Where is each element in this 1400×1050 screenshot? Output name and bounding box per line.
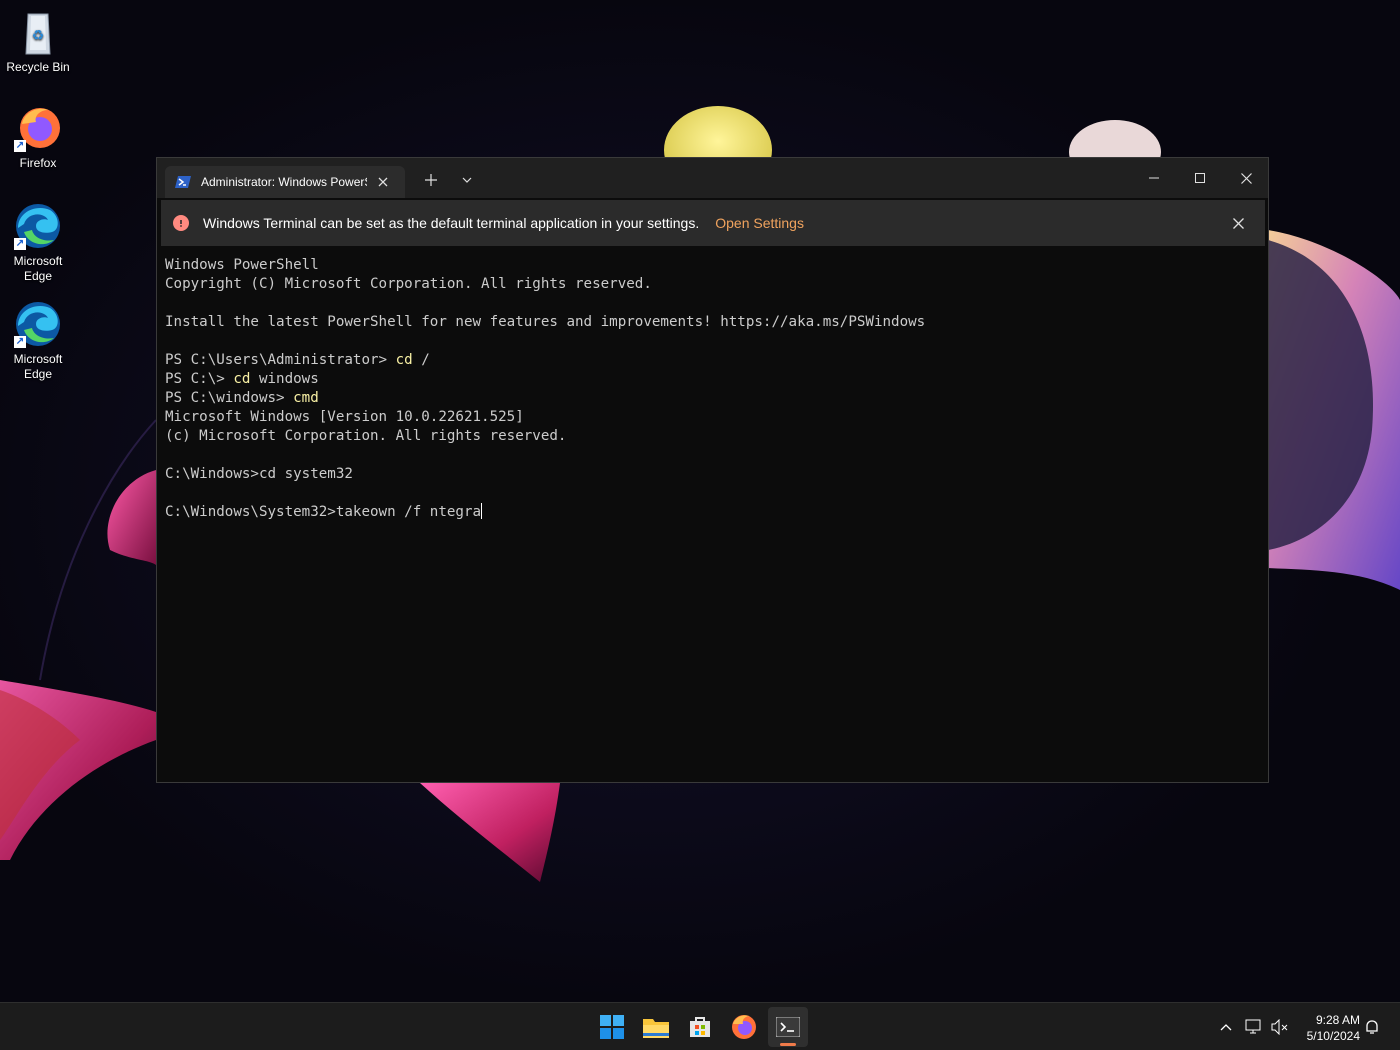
start-button[interactable]	[592, 1007, 632, 1047]
default-terminal-infobar: Windows Terminal can be set as the defau…	[161, 200, 1265, 246]
close-window-button[interactable]	[1223, 158, 1269, 198]
command-args: /	[412, 352, 430, 368]
dismiss-infobar-icon[interactable]	[1229, 214, 1247, 232]
store-button[interactable]	[680, 1007, 720, 1047]
edge-icon: ↗	[14, 202, 62, 250]
console-output[interactable]: Windows PowerShell Copyright (C) Microsof…	[165, 256, 1260, 774]
firefox-taskbar-button[interactable]	[724, 1007, 764, 1047]
command: cd	[395, 352, 413, 368]
active-app-indicator	[780, 1043, 796, 1046]
shortcut-arrow-icon: ↗	[14, 238, 26, 250]
minimize-button[interactable]	[1131, 158, 1177, 198]
store-icon	[690, 1017, 710, 1037]
file-explorer-icon	[643, 1019, 669, 1038]
taskbar: 9:28 AM 5/10/2024	[0, 1002, 1400, 1050]
network-icon	[1245, 1019, 1261, 1034]
new-tab-button[interactable]	[415, 166, 447, 194]
network-button[interactable]	[1242, 1015, 1266, 1039]
console-line: PS C:\> cd windows	[165, 370, 1260, 389]
terminal-window[interactable]: Administrator: Windows PowerShell Window…	[156, 157, 1269, 783]
plus-icon	[425, 174, 437, 186]
minimize-icon	[1149, 177, 1159, 179]
desktop-icon-label: Microsoft Edge	[13, 352, 63, 381]
shortcut-arrow-icon: ↗	[14, 336, 26, 348]
tab-dropdown-button[interactable]	[451, 166, 483, 194]
console-line: (c) Microsoft Corporation. All rights re…	[165, 427, 1260, 446]
svg-text:♻: ♻	[32, 27, 45, 43]
console-line: Windows PowerShell	[165, 256, 1260, 275]
clock[interactable]: 9:28 AM 5/10/2024	[1296, 1012, 1360, 1044]
shortcut-arrow-icon: ↗	[14, 140, 26, 152]
terminal-icon	[776, 1017, 800, 1037]
prompt: PS C:\windows>	[165, 390, 294, 406]
desktop-icon-label: Recycle Bin	[6, 60, 70, 74]
command: cd	[233, 371, 251, 387]
prompt: PS C:\>	[165, 371, 234, 387]
console-line: Install the latest PowerShell for new fe…	[165, 313, 1260, 332]
maximize-icon	[1195, 173, 1205, 183]
console-line: PS C:\Users\Administrator> cd /	[165, 351, 1260, 370]
console-line: Microsoft Windows [Version 10.0.22621.52…	[165, 408, 1260, 427]
clock-date: 5/10/2024	[1306, 1029, 1360, 1043]
volume-muted-icon	[1271, 1019, 1288, 1035]
console-line: Copyright (C) Microsoft Corporation. All…	[165, 275, 1260, 294]
console-line: C:\Windows>cd system32	[165, 465, 1260, 484]
file-explorer-button[interactable]	[636, 1007, 676, 1047]
console-text: (c) Microsoft Corporation. All rights re…	[165, 428, 567, 444]
command-args: windows	[250, 371, 319, 387]
close-icon	[1240, 172, 1252, 184]
start-icon	[600, 1015, 624, 1039]
desktop-icon-recycle-bin[interactable]: ♻ Recycle Bin	[2, 8, 74, 75]
prompt: PS C:\Users\Administrator>	[165, 352, 396, 368]
console-line: PS C:\windows> cmd	[165, 389, 1260, 408]
chevron-down-icon	[462, 177, 472, 183]
tab-title: Administrator: Windows PowerShell	[201, 175, 367, 189]
title-bar[interactable]: Administrator: Windows PowerShell	[157, 158, 1268, 198]
error-icon	[173, 215, 189, 231]
tab-powershell[interactable]: Administrator: Windows PowerShell	[165, 166, 405, 198]
console-text: Windows PowerShell	[165, 257, 319, 273]
clock-time: 9:28 AM	[1315, 1013, 1360, 1027]
console-text: Copyright (C) Microsoft Corporation. All…	[165, 276, 652, 292]
firefox-icon	[732, 1015, 756, 1039]
close-tab-icon[interactable]	[373, 172, 393, 192]
command: cmd	[293, 390, 319, 406]
infobar-message: Windows Terminal can be set as the defau…	[203, 215, 700, 231]
edge-icon: ↗	[14, 300, 62, 348]
console-text: Install the latest PowerShell for new fe…	[165, 314, 926, 330]
desktop-icon-firefox[interactable]: ↗ Firefox	[2, 104, 74, 171]
show-hidden-icons-button[interactable]	[1214, 1015, 1238, 1039]
console-text: Microsoft Windows [Version 10.0.22621.52…	[165, 409, 524, 425]
notification-bell-icon	[1366, 1020, 1378, 1034]
console-text: C:\Windows\System32>takeown /f ntegra	[165, 504, 482, 520]
desktop-icon-label: Firefox	[19, 156, 57, 170]
chevron-up-icon	[1220, 1024, 1232, 1031]
text-cursor	[481, 503, 483, 519]
terminal-taskbar-button[interactable]	[768, 1007, 808, 1047]
desktop-icon-label: Microsoft Edge	[13, 254, 63, 283]
volume-button[interactable]	[1268, 1015, 1292, 1039]
desktop-icon-edge-2[interactable]: ↗ Microsoft Edge	[2, 300, 74, 382]
console-line: C:\Windows\System32>takeown /f ntegra	[165, 503, 1260, 522]
desktop-icon-edge-1[interactable]: ↗ Microsoft Edge	[2, 202, 74, 284]
recycle-bin-icon: ♻	[14, 8, 62, 56]
firefox-icon: ↗	[14, 104, 62, 152]
console-text: C:\Windows>cd system32	[165, 466, 353, 482]
notifications-button[interactable]	[1360, 1015, 1384, 1039]
open-settings-link[interactable]: Open Settings	[715, 215, 804, 231]
powershell-icon	[175, 176, 191, 188]
maximize-button[interactable]	[1177, 158, 1223, 198]
